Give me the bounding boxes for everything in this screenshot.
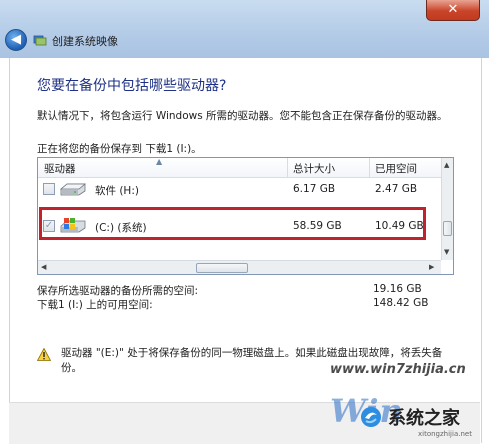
scroll-up-icon[interactable]: ▲	[444, 161, 449, 169]
vertical-scroll-thumb[interactable]	[443, 221, 452, 236]
close-icon: ✕	[447, 2, 459, 17]
highlight-frame	[39, 207, 426, 240]
drive-used-space: 2.47 GB	[375, 183, 418, 195]
title-bar: ✕ ◀ 创建系统映像	[0, 0, 489, 58]
watermark-logo-icon	[361, 407, 381, 427]
drive-total-size: 6.17 GB	[293, 183, 336, 195]
column-header-drive[interactable]: 驱动器	[44, 161, 76, 176]
page-heading: 您要在备份中包括哪些驱动器?	[37, 78, 227, 94]
watermark-site-name: 系统之家	[388, 408, 460, 429]
drive-name: 软件 (H:)	[95, 185, 139, 197]
backup-destination-text: 正在将您的备份保存到 下载1 (I:)。	[37, 143, 202, 155]
vertical-scrollbar[interactable]: ▲ ▼	[441, 158, 453, 260]
close-button[interactable]: ✕	[426, 0, 480, 21]
horizontal-scrollbar[interactable]: ◀ ▶	[38, 260, 441, 274]
sort-arrow-icon: ▲	[156, 157, 163, 166]
warning-icon	[37, 348, 51, 361]
list-header: 驱动器 ▲ 总计大小 已用空间	[38, 158, 441, 178]
hard-drive-icon	[59, 183, 87, 196]
back-button[interactable]: ◀	[5, 29, 27, 51]
window-title: 创建系统映像	[52, 35, 118, 48]
required-space-label: 保存所选驱动器的备份所需的空间:	[37, 285, 199, 297]
watermark-small-url: xitongzhijia.net	[418, 430, 472, 438]
required-space-value: 19.16 GB	[373, 283, 422, 295]
scroll-down-icon[interactable]: ▼	[444, 248, 449, 256]
page-description: 默认情况下，将包含运行 Windows 所需的驱动器。您不能包含正在保存备份的驱…	[37, 110, 448, 122]
scroll-right-icon[interactable]: ▶	[429, 263, 434, 271]
horizontal-scroll-thumb[interactable]	[196, 263, 248, 273]
drive-checkbox-h[interactable]	[43, 183, 55, 195]
system-image-icon	[33, 35, 47, 46]
available-space-label: 下载1 (I:) 上的可用空间:	[37, 299, 153, 311]
table-row[interactable]: 软件 (H:) 6.17 GB 2.47 GB	[38, 179, 441, 199]
back-arrow-icon: ◀	[11, 32, 21, 47]
scroll-left-icon[interactable]: ◀	[41, 263, 46, 271]
watermark-url: www.win7zhijia.cn	[330, 362, 466, 377]
column-header-used-space[interactable]: 已用空间	[375, 161, 417, 176]
available-space-value: 148.42 GB	[373, 297, 429, 309]
column-header-total-size[interactable]: 总计大小	[293, 161, 335, 176]
